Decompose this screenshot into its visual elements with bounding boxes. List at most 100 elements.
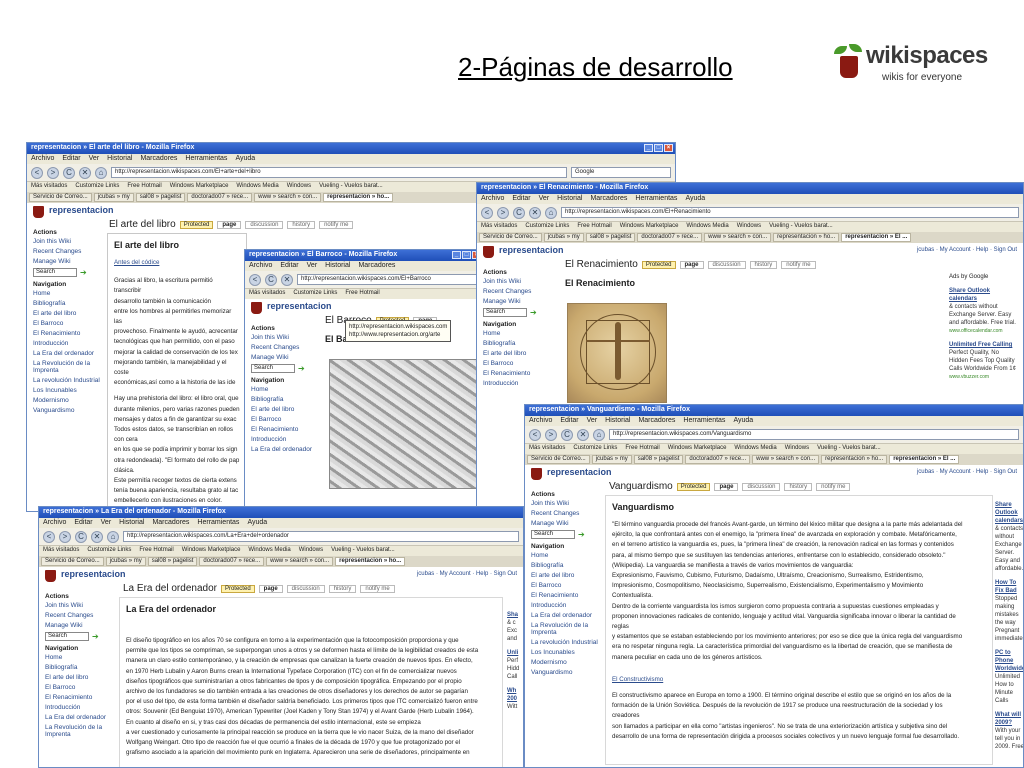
bookmark-item[interactable]: Customize Links xyxy=(293,290,337,298)
window-titlebar[interactable]: representacion » El Renacimiento - Mozil… xyxy=(477,183,1023,194)
nav-incunables[interactable]: Los Incunables xyxy=(531,649,597,656)
bookmark-item[interactable]: Más visitados xyxy=(481,223,517,231)
browser-tab[interactable]: Servicio de Correo... xyxy=(29,193,92,202)
nav-home[interactable]: Home xyxy=(531,552,597,559)
nav-home[interactable]: Home xyxy=(45,654,111,661)
bookmark-item[interactable]: Customize Links xyxy=(525,223,569,231)
window-titlebar[interactable]: representacion » El Barroco - Mozilla Fi… xyxy=(245,250,483,261)
menu-herramientas[interactable]: Herramientas xyxy=(683,417,725,425)
nav-renacimiento[interactable]: El Renacimiento xyxy=(531,592,597,599)
minimize-button[interactable]: _ xyxy=(644,144,653,152)
ad-title[interactable]: Unlimited Free Calling xyxy=(949,341,1019,349)
menu-ayuda[interactable]: Ayuda xyxy=(247,519,267,527)
nav-bibliografia[interactable]: Bibliografía xyxy=(251,396,313,403)
join-wiki-link[interactable]: Join this Wiki xyxy=(531,500,597,507)
nav-barroco[interactable]: El Barroco xyxy=(483,360,549,367)
nav-era-ordenador[interactable]: La Era del ordenador xyxy=(33,350,99,357)
menu-historial[interactable]: Historial xyxy=(119,519,144,527)
menu-herramientas[interactable]: Herramientas xyxy=(185,155,227,163)
url-field[interactable]: http://representacion.wikispaces.com/El+… xyxy=(561,207,1019,218)
tab-notify[interactable]: notify me xyxy=(360,584,395,593)
browser-tab[interactable]: Servicio de Correo... xyxy=(479,233,542,242)
browser-window-vanguardismo[interactable]: representacion » Vanguardismo - Mozilla … xyxy=(524,404,1024,768)
browser-tab[interactable]: Servicio de Correo... xyxy=(41,557,104,566)
browser-tab[interactable]: jcubas » my xyxy=(93,193,134,202)
ad-title[interactable]: Unli xyxy=(507,649,523,657)
wiki-site-name[interactable]: representacion xyxy=(267,301,332,311)
forward-icon[interactable]: > xyxy=(545,428,557,441)
bookmark-item[interactable]: Windows xyxy=(785,445,809,453)
tab-discussion[interactable]: discussion xyxy=(707,260,746,269)
browser-tab-active[interactable]: representacion » ho... xyxy=(335,557,406,566)
nav-era-ordenador[interactable]: La Era del ordenador xyxy=(251,446,313,453)
bookmark-item[interactable]: Más visitados xyxy=(529,445,565,453)
menu-ver[interactable]: Ver xyxy=(101,519,112,527)
account-links[interactable]: jcubas · My Account · Help · Sign Out xyxy=(917,247,1017,253)
url-suggestion[interactable]: http://representacion.wikispaces.com xyxy=(349,323,447,331)
back-icon[interactable]: < xyxy=(249,273,261,286)
constructivismo-link[interactable]: El Constructivismo xyxy=(612,675,986,685)
ad-title[interactable]: Wh 200 xyxy=(507,687,523,703)
browser-tab[interactable]: doctorado07 » rece... xyxy=(637,233,703,242)
stop-icon[interactable]: ✕ xyxy=(79,166,91,179)
nav-barroco[interactable]: El Barroco xyxy=(251,416,313,423)
nav-introduccion[interactable]: Introducción xyxy=(45,704,111,711)
wiki-site-name[interactable]: representacion xyxy=(49,205,114,215)
recent-changes-link[interactable]: Recent Changes xyxy=(33,248,99,255)
back-icon[interactable]: < xyxy=(529,428,541,441)
bookmark-item[interactable]: Windows Marketplace xyxy=(620,223,679,231)
search-go-icon[interactable]: ➔ xyxy=(80,268,87,277)
menu-historial[interactable]: Historial xyxy=(325,262,350,270)
tab-discussion[interactable]: discussion xyxy=(286,584,325,593)
search-go-icon[interactable]: ➔ xyxy=(530,308,537,317)
menu-marcadores[interactable]: Marcadores xyxy=(638,417,675,425)
manage-wiki-link[interactable]: Manage Wiki xyxy=(251,354,313,361)
nav-revolucion-imprenta[interactable]: La Revolución de la Imprenta xyxy=(45,724,111,738)
url-field[interactable]: http://representacion.wikispaces.com/La+… xyxy=(123,531,519,542)
nav-barroco[interactable]: El Barroco xyxy=(45,684,111,691)
browser-tab[interactable]: doctorado07 » rece... xyxy=(199,557,265,566)
menu-archivo[interactable]: Archivo xyxy=(43,519,66,527)
tab-notify[interactable]: notify me xyxy=(781,260,816,269)
menu-editar[interactable]: Editar xyxy=(560,417,578,425)
menu-archivo[interactable]: Archivo xyxy=(529,417,552,425)
nav-bibliografia[interactable]: Bibliografía xyxy=(33,300,99,307)
nav-modernismo[interactable]: Modernismo xyxy=(33,397,99,404)
browser-tab-active[interactable]: representacion » El ... xyxy=(889,455,960,464)
nav-revolucion-imprenta[interactable]: La Revolución de la Imprenta xyxy=(33,360,99,374)
bookmark-item[interactable]: Windows Media xyxy=(236,183,278,191)
menu-marcadores[interactable]: Marcadores xyxy=(358,262,395,270)
ad-url[interactable]: www.vbuzzer.com xyxy=(949,373,1019,381)
browser-tab[interactable]: www » search » con... xyxy=(704,233,772,242)
maximize-button[interactable]: □ xyxy=(654,144,663,152)
bookmark-item[interactable]: Vueling - Vuelos barat... xyxy=(769,223,833,231)
minimize-button[interactable]: _ xyxy=(452,251,461,259)
browser-tab[interactable]: jcubas » my xyxy=(591,455,632,464)
nav-revolucion-imprenta[interactable]: La Revolución de la Imprenta xyxy=(531,622,597,636)
nav-arte-libro[interactable]: El arte del libro xyxy=(45,674,111,681)
menu-editar[interactable]: Editar xyxy=(74,519,92,527)
bookmark-item[interactable]: Más visitados xyxy=(43,547,79,555)
menu-ayuda[interactable]: Ayuda xyxy=(685,195,705,203)
reload-icon[interactable]: C xyxy=(75,530,87,543)
menu-historial[interactable]: Historial xyxy=(557,195,582,203)
browser-tab[interactable]: jcubas » my xyxy=(105,557,146,566)
browser-tab[interactable]: representacion » ho... xyxy=(821,455,888,464)
url-suggestion[interactable]: http://www.representacion.org/arte xyxy=(349,331,447,339)
forward-icon[interactable]: > xyxy=(47,166,59,179)
bookmark-item[interactable]: Vueling - Vuelos barat... xyxy=(319,183,383,191)
nav-home[interactable]: Home xyxy=(483,330,549,337)
browser-tab-active[interactable]: representacion » El ... xyxy=(841,233,912,242)
bookmark-item[interactable]: Free Hotmail xyxy=(577,223,611,231)
nav-revolucion-industrial[interactable]: La revolución Industrial xyxy=(531,639,598,646)
bookmark-item[interactable]: Windows Media xyxy=(734,445,776,453)
browser-tab[interactable]: representacion » ho... xyxy=(773,233,840,242)
browser-tab[interactable]: www » search » con... xyxy=(266,557,334,566)
tab-history[interactable]: history xyxy=(784,482,813,491)
ad-title[interactable]: How To Fix Bad xyxy=(995,579,1023,595)
maximize-button[interactable]: □ xyxy=(462,251,471,259)
search-go-icon[interactable]: ➔ xyxy=(298,364,305,373)
ad-url[interactable]: www.officecalendar.com xyxy=(949,327,1019,335)
nav-renacimiento[interactable]: El Renacimiento xyxy=(251,426,313,433)
nav-incunables[interactable]: Los Incunables xyxy=(33,387,99,394)
